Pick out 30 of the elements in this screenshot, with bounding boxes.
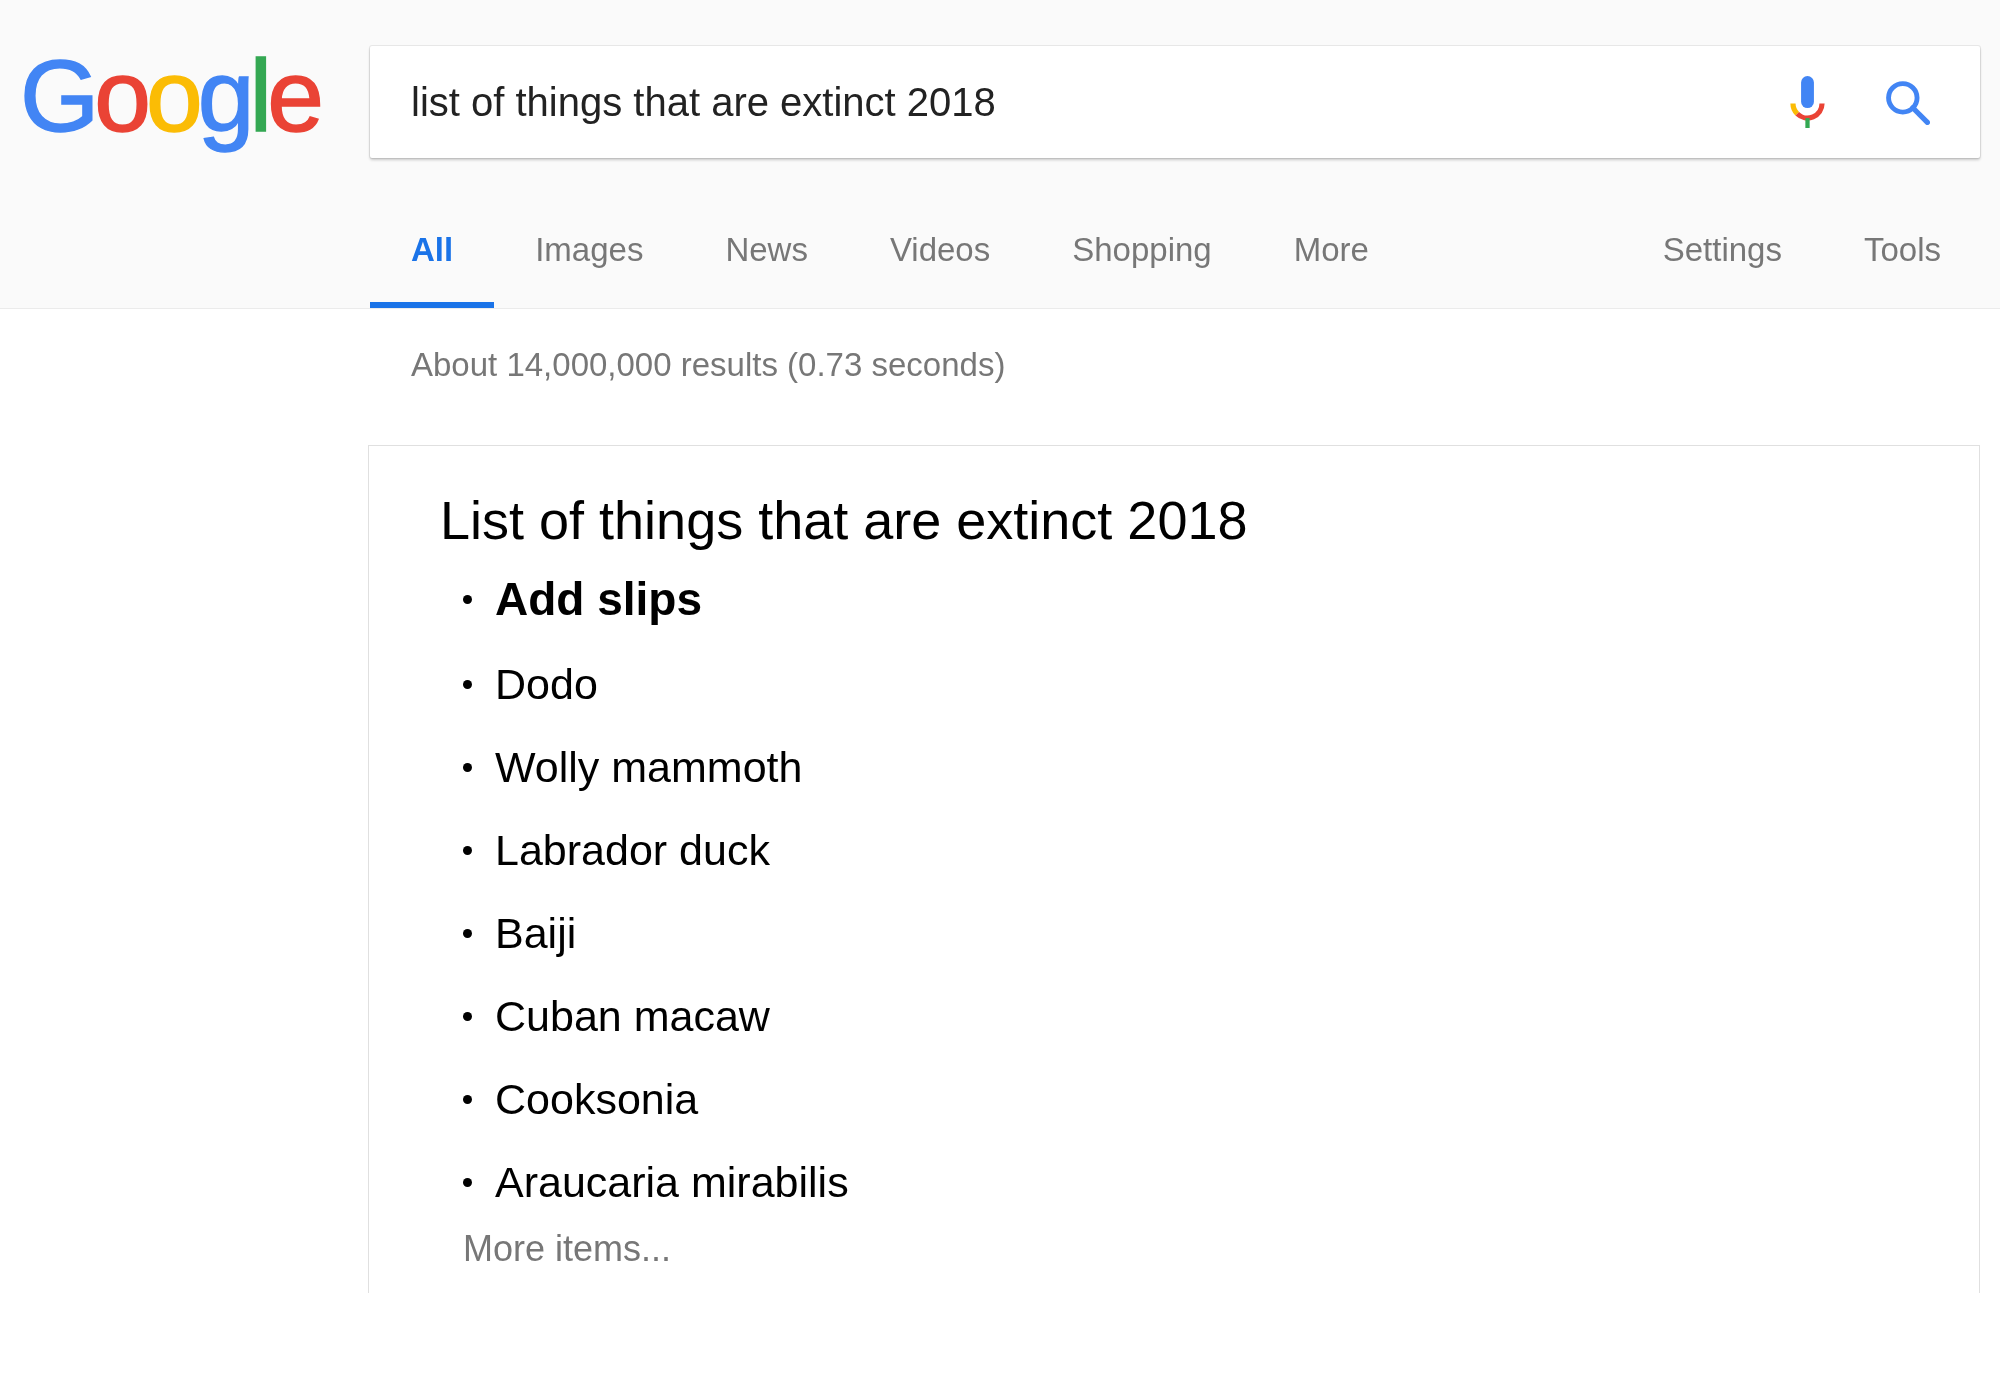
snippet-title: List of things that are extinct 2018 — [440, 490, 1248, 550]
list-item: Cuban macaw — [495, 991, 770, 1042]
list-item: Dodo — [495, 659, 598, 710]
bullet-icon — [463, 1095, 472, 1104]
microphone-icon[interactable] — [1789, 76, 1826, 128]
tool-link[interactable]: Tools — [1822, 210, 1982, 308]
list-item: Labrador duck — [495, 825, 770, 876]
tool-link[interactable]: Settings — [1621, 210, 1823, 308]
bullet-icon — [463, 929, 472, 938]
tab[interactable]: All — [370, 210, 495, 308]
tab[interactable]: News — [684, 210, 849, 308]
tab[interactable]: Videos — [848, 210, 1032, 308]
more-items-link[interactable]: More items... — [463, 1227, 672, 1271]
logo[interactable]: Google — [18, 35, 327, 157]
bullet-icon — [463, 1012, 472, 1021]
tab[interactable]: Shopping — [1031, 210, 1253, 308]
bullet-icon — [463, 846, 472, 855]
bullet-icon — [463, 680, 472, 689]
bullet-icon — [463, 594, 472, 604]
result-stats: About 14,000,000 results (0.73 seconds) — [411, 345, 1006, 385]
tab[interactable]: More — [1252, 210, 1410, 308]
list-item: Wolly mammoth — [495, 742, 803, 793]
bullet-icon — [463, 763, 472, 772]
list-item: Araucaria mirabilis — [495, 1157, 849, 1208]
search-icon[interactable] — [1885, 79, 1930, 125]
list-item: Baiji — [495, 908, 577, 959]
bullet-icon — [463, 1178, 472, 1187]
list-item: Cooksonia — [495, 1074, 699, 1125]
list-heading: Add slips — [495, 572, 703, 627]
tab[interactable]: Images — [494, 210, 685, 308]
